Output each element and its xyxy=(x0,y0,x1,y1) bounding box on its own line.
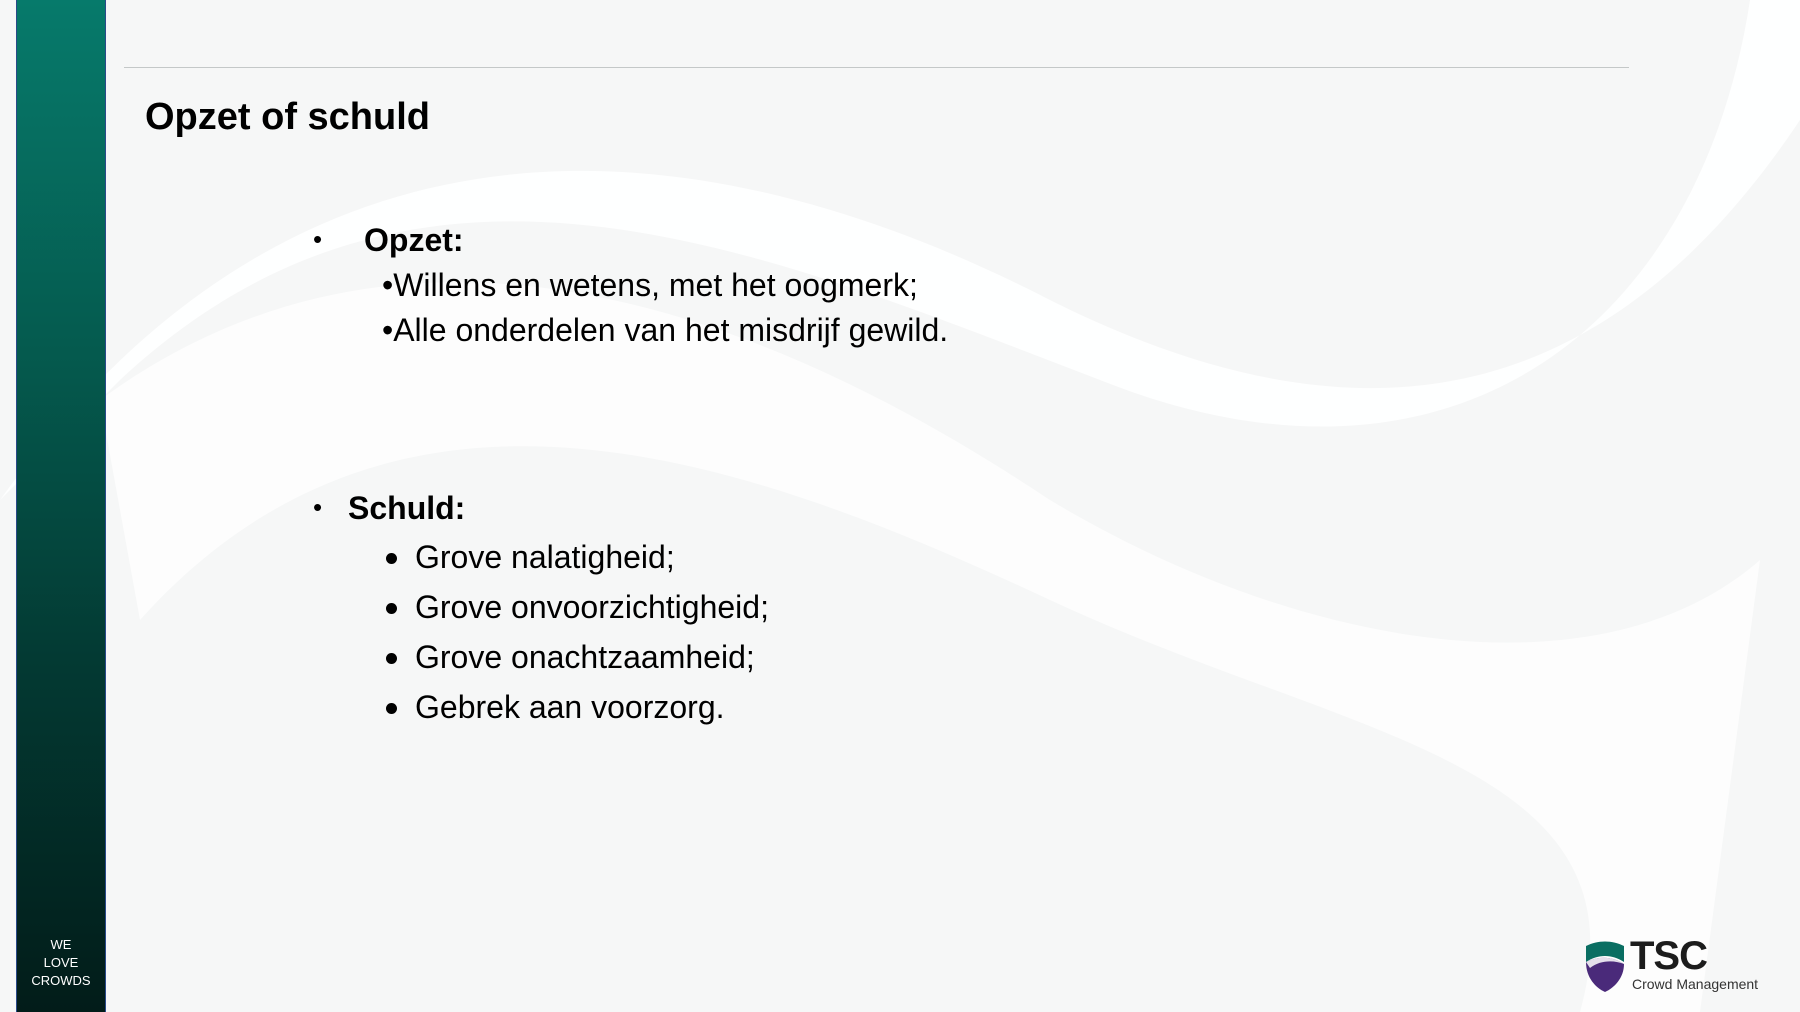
sidebar-tagline-line: WE xyxy=(50,937,72,952)
sidebar-band: WE LOVE CROWDS xyxy=(16,0,106,1012)
list-item: Gebrek aan voorzorg. xyxy=(415,689,725,725)
top-divider xyxy=(124,67,1629,68)
logo-name: TSC xyxy=(1630,934,1708,978)
sidebar-tagline-line: CROWDS xyxy=(31,973,91,988)
logo-subtitle: Crowd Management xyxy=(1632,976,1759,992)
slide: WE LOVE CROWDS Opzet of schuld • Opzet: … xyxy=(0,0,1800,1012)
list-item-text: Willens en wetens, met het oogmerk; xyxy=(393,267,918,303)
tsc-logo: TSC Crowd Management xyxy=(1584,934,1784,996)
list-item-text: Alle onderdelen van het misdrijf gewild. xyxy=(393,312,949,348)
list-item: Grove onachtzaamheid; xyxy=(415,639,755,675)
list-item: •Willens en wetens, met het oogmerk; xyxy=(382,267,918,303)
section-heading-schuld: Schuld: xyxy=(348,490,466,526)
list-item: Grove onvoorzichtigheid; xyxy=(415,589,769,625)
list-item: •Alle onderdelen van het misdrijf gewild… xyxy=(382,312,949,348)
sidebar-tagline: WE LOVE CROWDS xyxy=(17,936,105,990)
list-item: Grove nalatigheid; xyxy=(415,539,675,575)
background-swoosh xyxy=(0,0,1800,1012)
slide-title: Opzet of schuld xyxy=(145,96,430,138)
section-heading-opzet: Opzet: xyxy=(364,222,464,258)
sidebar-tagline-line: LOVE xyxy=(43,955,79,970)
shield-logo-icon xyxy=(1586,941,1624,992)
